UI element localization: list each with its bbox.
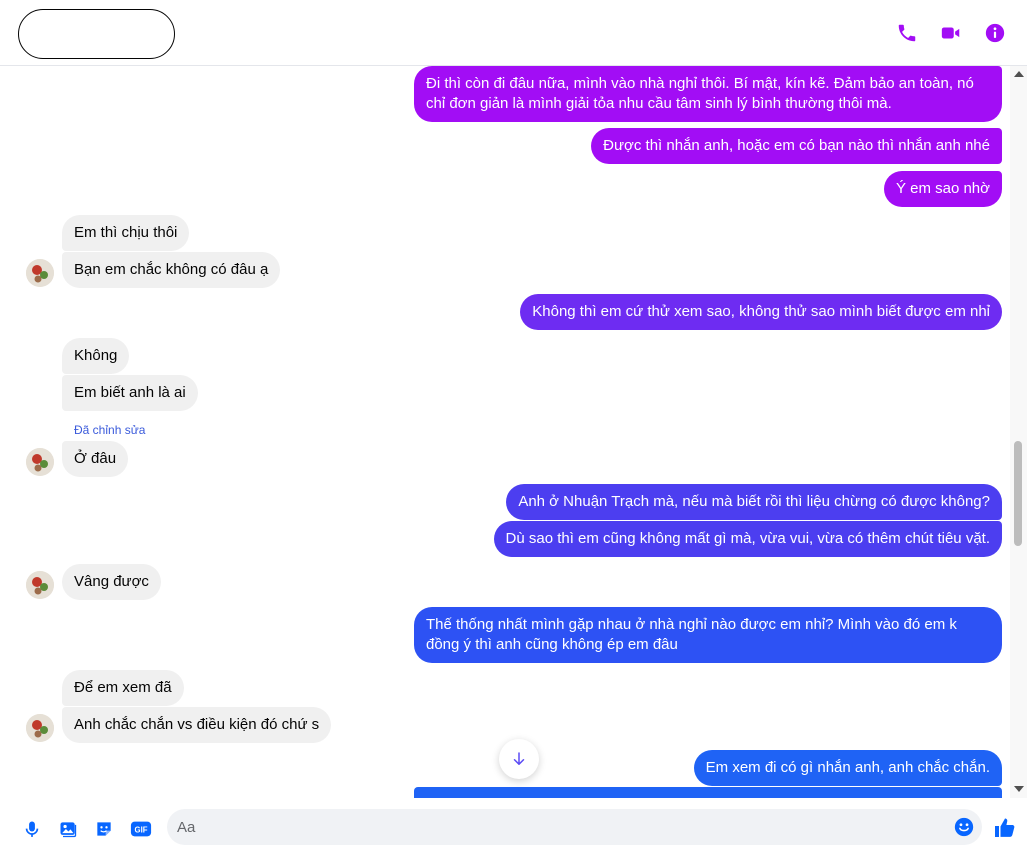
message-bubble-outgoing[interactable]: Dù sao thì em cũng không mất gì mà, vừa … (493, 521, 1002, 557)
emoji-icon[interactable] (953, 816, 975, 838)
message-bubble-incoming[interactable]: Em biết anh là ai (62, 375, 198, 411)
arrow-down-icon (513, 752, 525, 765)
microphone-icon[interactable] (21, 818, 43, 840)
scroll-to-bottom-button[interactable] (499, 739, 539, 779)
message-input[interactable] (177, 809, 937, 845)
message-bubble-incoming[interactable]: Vâng được (62, 564, 161, 600)
message-bubble-outgoing[interactable]: Không thì em cứ thử xem sao, không thử s… (520, 294, 1002, 330)
scroll-up-arrow[interactable] (1014, 71, 1024, 77)
message-composer: GIF (0, 798, 1027, 856)
info-icon[interactable] (983, 21, 1007, 45)
message-bubble-outgoing[interactable]: Em xem đi có gì nhắn anh, anh chắc chắn. (693, 750, 1002, 786)
message-thread[interactable]: Đi thì còn đi đâu nữa, mình vào nhà nghỉ… (0, 66, 1010, 798)
scroll-thumb[interactable] (1014, 441, 1022, 546)
conversation-header (0, 0, 1027, 66)
message-bubble-outgoing[interactable]: Anh ở Nhuận Trạch mà, nếu mà biết rồi th… (506, 484, 1002, 520)
message-bubble-incoming[interactable]: Bạn em chắc không có đâu ạ (62, 252, 281, 288)
edited-label[interactable]: Đã chỉnh sửa (74, 423, 145, 437)
message-bubble-incoming[interactable]: Không (62, 338, 130, 374)
image-icon[interactable] (57, 818, 79, 840)
video-camera-icon[interactable] (939, 21, 963, 45)
message-bubble-outgoing[interactable]: Được thì nhắn anh, hoặc em có bạn nào th… (591, 128, 1002, 164)
contact-name[interactable] (18, 9, 175, 59)
message-input-container (167, 809, 982, 845)
message-bubble-outgoing[interactable] (414, 787, 1002, 798)
thread-scrollbar[interactable] (1010, 66, 1027, 798)
contact-avatar[interactable] (26, 259, 54, 287)
contact-avatar[interactable] (26, 714, 54, 742)
message-bubble-outgoing[interactable]: Thế thống nhất mình gặp nhau ở nhà nghỉ … (414, 607, 1002, 663)
message-bubble-incoming[interactable]: Để em xem đã (62, 670, 184, 706)
message-bubble-incoming[interactable]: Ở đâu (62, 441, 129, 477)
contact-avatar[interactable] (26, 448, 54, 476)
gif-icon[interactable]: GIF (129, 818, 153, 840)
gif-label: GIF (135, 826, 148, 835)
message-bubble-outgoing[interactable]: Ý em sao nhờ (883, 171, 1002, 207)
thumbs-up-icon[interactable] (993, 816, 1017, 840)
scroll-down-arrow[interactable] (1014, 786, 1024, 792)
phone-icon[interactable] (895, 21, 919, 45)
message-bubble-outgoing[interactable]: Đi thì còn đi đâu nữa, mình vào nhà nghỉ… (414, 66, 1002, 122)
message-bubble-incoming[interactable]: Em thì chịu thôi (62, 215, 190, 251)
contact-avatar[interactable] (26, 571, 54, 599)
message-bubble-incoming[interactable]: Anh chắc chắn vs điều kiện đó chứ s (62, 707, 332, 743)
sticker-icon[interactable] (93, 818, 115, 840)
